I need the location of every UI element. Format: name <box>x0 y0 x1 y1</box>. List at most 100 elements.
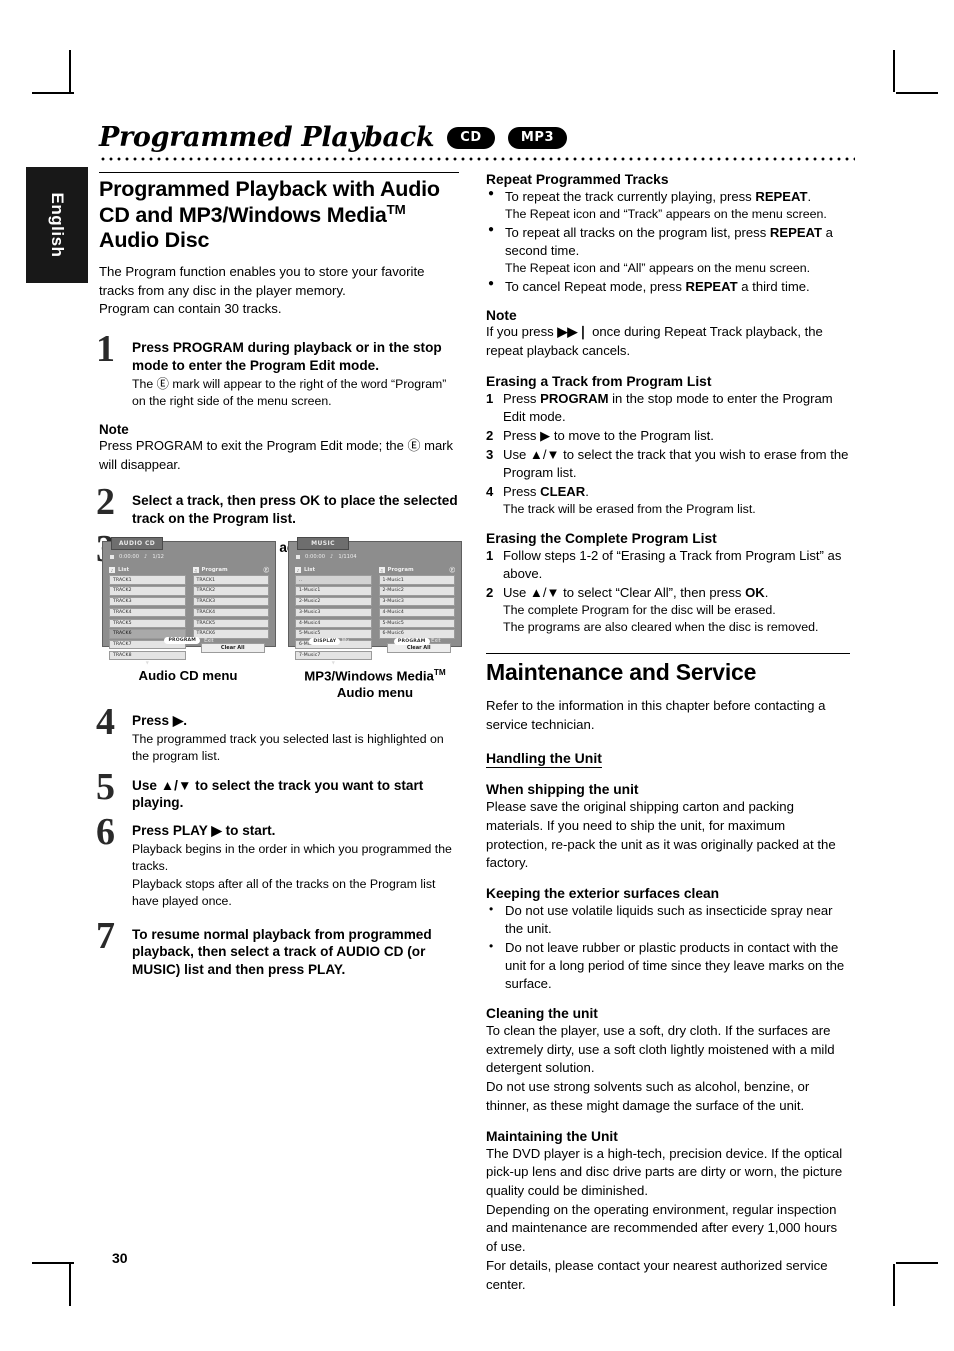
block-paragraph: For details, please contact your nearest… <box>486 1257 828 1292</box>
osd-mp3-list-item-selected[interactable]: .. <box>295 575 372 585</box>
block-paragraph: Depending on the operating environment, … <box>486 1201 838 1255</box>
osd-mp3-program-item[interactable]: 5-Music5 <box>378 618 455 628</box>
page-title: Programmed Playback <box>99 122 435 153</box>
osd-cd-list-item[interactable]: TRACK8 <box>109 650 186 661</box>
osd-mp3-footer: DISPLAY Mv PROGRAM Exit <box>289 638 461 645</box>
step-4: 4 Press ▶. The programmed track you sele… <box>96 703 459 765</box>
stop-icon <box>296 555 300 559</box>
program-icon: ♫ <box>378 567 385 573</box>
osd-cd-program-header: ♫ Program Ⓔ <box>192 566 269 574</box>
osd-mp3-program-item[interactable]: 4-Music4 <box>378 607 455 618</box>
section-title-line3: Audio Disc <box>99 228 210 253</box>
osd-mp3-list-item[interactable]: 2-Music2 <box>295 596 372 607</box>
osd-cd-program-item[interactable]: TRACK5 <box>192 618 269 628</box>
repeat-bullet: To repeat the track currently playing, p… <box>486 187 850 206</box>
osd-cd-footer-label: Exit <box>204 637 214 644</box>
osd-cd-list-item[interactable]: TRACK3 <box>109 596 186 607</box>
step-7-number: 7 <box>96 914 115 957</box>
osd-cd-program-item[interactable]: TRACK2 <box>192 586 269 596</box>
section-title: Programmed Playback with Audio CD and MP… <box>99 177 459 253</box>
osd-cd-footer-key[interactable]: PROGRAM <box>164 637 201 644</box>
maintenance-heading-block: Maintenance and Service <box>486 652 850 686</box>
block-bullet: Do not leave rubber or plastic products … <box>486 938 850 993</box>
program-edit-mark-icon: Ⓔ <box>449 568 455 574</box>
crop-mark-br-h <box>896 1262 938 1264</box>
osd-mp3-footer-group-1: DISPLAY Mv <box>309 638 349 645</box>
osd-mp3-footer-key-program[interactable]: PROGRAM <box>393 638 430 645</box>
block-heading-cleaning: Cleaning the unit <box>486 1005 598 1021</box>
osd-mp3-list-item[interactable]: 1-Music1 <box>295 586 372 596</box>
block-paragraph: Please save the original shipping carton… <box>486 799 836 871</box>
caption-mp3-line1: MP3/Windows Media <box>304 668 434 684</box>
step-6-heading: Press PLAY ▶ to start. <box>132 822 276 838</box>
block-paragraph: Do not use strong solvents such as alcoh… <box>486 1079 810 1113</box>
repeat-bullet-bold: REPEAT <box>769 224 823 240</box>
osd-mp3-list-header: ♪ List <box>295 566 372 574</box>
osd-mp3-footer-label-2: Exit <box>431 638 441 644</box>
section-title-line1: Programmed Playback with Audio <box>99 177 440 201</box>
osd-cd-list-item[interactable]: TRACK1 <box>109 575 186 585</box>
crop-mark-tr-v <box>893 50 895 92</box>
scroll-down-icon[interactable]: ▼ <box>109 660 186 665</box>
erase-all-list: Follow steps 1-2 of “Erasing a Track fro… <box>486 547 850 602</box>
crop-mark-br-v <box>893 1264 895 1306</box>
erase-all-sub-1: The complete Program for the disc will b… <box>503 603 776 618</box>
crop-mark-tr-h <box>896 92 938 94</box>
erase-all-bold: OK <box>745 584 765 600</box>
osd-cd-disc-tab: AUDIO CD <box>111 537 163 550</box>
repeat-bullet-list: To repeat the track currently playing, p… <box>486 187 850 206</box>
step-2: 2 Select a track, then press OK to place… <box>96 483 459 527</box>
osd-mp3-program-item[interactable]: 3-Music3 <box>378 596 455 607</box>
step-4-number: 4 <box>96 701 115 743</box>
folder-icon: ♪ <box>295 567 301 573</box>
osd-mp3-list-item[interactable]: 4-Music4 <box>295 618 372 628</box>
left-note-heading: Note <box>99 422 129 438</box>
crop-mark-tl-h <box>32 92 74 94</box>
osd-cd-program-item[interactable]: TRACK1 <box>192 575 269 585</box>
erase-track-step: Press PROGRAM in the stop mode to enter … <box>486 390 850 426</box>
osd-cd-program-item[interactable]: TRACK4 <box>192 607 269 618</box>
crop-mark-tl-v <box>69 50 71 92</box>
intro-paragraph-1: The Program function enables you to stor… <box>99 263 425 298</box>
osd-cd-columns: ♪ List TRACK1 TRACK2 TRACK3 TRACK4 TRACK… <box>109 566 269 665</box>
repeat-bullet-pre: To cancel Repeat mode, press <box>505 278 686 294</box>
repeat-bullet: To repeat all tracks on the program list… <box>486 223 850 260</box>
osd-mp3-footer-key-display[interactable]: DISPLAY <box>309 638 341 645</box>
section-title-line2: CD and MP3/Windows Media <box>99 203 387 228</box>
scroll-down-icon[interactable]: ▼ <box>295 660 372 665</box>
step-1: 1 Press PROGRAM during playback or in th… <box>96 330 459 409</box>
osd-cd-list-item[interactable]: TRACK5 <box>109 618 186 628</box>
block-bullet: Do not use volatile liquids such as inse… <box>486 901 850 938</box>
disc-badge-cd: CD <box>447 126 495 149</box>
osd-mp3-program-item[interactable]: 2-Music2 <box>378 586 455 596</box>
title-dotted-rule <box>99 157 855 161</box>
repeat-bullet-post: a third time. <box>737 278 810 294</box>
page-number: 30 <box>112 1250 128 1266</box>
osd-mp3-program-item[interactable]: 1-Music1 <box>378 575 455 585</box>
crop-mark-bl-h <box>32 1262 74 1264</box>
osd-mp3-status-track: 1/1104 <box>338 554 357 560</box>
osd-cd-program-item[interactable]: TRACK3 <box>192 596 269 607</box>
osd-cd-list-item[interactable]: TRACK4 <box>109 607 186 618</box>
step-1-number: 1 <box>96 328 115 371</box>
osd-mp3-list-item[interactable]: 3-Music3 <box>295 607 372 618</box>
language-tab: English <box>26 167 88 283</box>
block-paragraph: To clean the player, use a soft, dry clo… <box>486 1022 835 1076</box>
step-5: 5 Use ▲/▼ to select the track you want t… <box>96 768 459 812</box>
step-4-heading: Press ▶. <box>132 713 188 728</box>
maintenance-block: Maintaining the Unit The DVD player is a… <box>486 1129 850 1295</box>
osd-cd-list-column: ♪ List TRACK1 TRACK2 TRACK3 TRACK4 TRACK… <box>109 566 186 665</box>
right-column: Repeat Programmed Tracks To repeat the t… <box>486 172 850 1294</box>
osd-cd-list-item[interactable]: TRACK2 <box>109 586 186 596</box>
osd-mp3-list-item[interactable]: 7-Music7 <box>295 650 372 661</box>
repeat-heading: Repeat Programmed Tracks <box>486 172 669 187</box>
step-4-sub: The programmed track you selected last i… <box>132 732 444 764</box>
program-edit-mark-icon: Ⓔ <box>263 568 269 574</box>
osd-cd-program-column: ♫ Program Ⓔ TRACK1 TRACK2 TRACK3 TRACK4 … <box>192 566 269 665</box>
osd-mp3-columns: ♪ List .. 1-Music1 2-Music2 3-Music3 4-M… <box>295 566 455 665</box>
repeat-bullet-pre: To repeat the track currently playing, p… <box>505 189 756 204</box>
page-title-row: Programmed Playback CD MP3 <box>99 122 568 153</box>
osd-cd-clear-all-button[interactable]: Clear All <box>200 642 265 654</box>
intro-paragraph-2: Program can contain 30 tracks. <box>99 301 282 317</box>
erase-track-post: . <box>585 483 589 499</box>
